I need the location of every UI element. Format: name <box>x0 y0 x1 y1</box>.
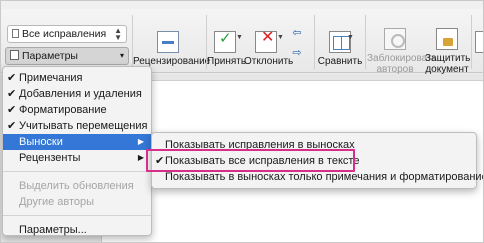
accept-label: Принять <box>207 56 247 67</box>
menu-item-insertions-deletions[interactable]: ✔ Добавления и удаления <box>3 86 151 102</box>
review-ribbon: Все исправления ▲▼ Параметры исправлений… <box>1 1 483 78</box>
menu-item-label: Учитывать перемещения <box>19 120 148 132</box>
submenu-arrow-icon: ▶ <box>137 137 144 146</box>
menu-item-other-authors: Другие авторы <box>3 194 151 210</box>
next-change-icon[interactable]: ⇨ <box>290 46 304 60</box>
menu-item-reviewers[interactable]: Рецензенты ▶ <box>3 150 151 166</box>
menu-item-track-moves[interactable]: ✔ Учитывать перемещения <box>3 118 151 134</box>
protect-document-button[interactable]: Защитить документ <box>425 28 471 75</box>
compare-button[interactable]: Сравнить <box>317 31 363 67</box>
more-icon <box>475 31 483 53</box>
ribbon-divider <box>314 15 315 69</box>
menu-item-label: Другие авторы <box>19 196 95 208</box>
markup-options-icon <box>10 50 19 60</box>
block-authors-icon <box>384 28 406 50</box>
menu-item-label: Выноски <box>19 136 63 148</box>
lock-icon <box>436 28 458 50</box>
accept-dropdown-icon[interactable]: ▼ <box>236 34 243 41</box>
protect-label-1: Защитить <box>425 53 471 64</box>
checkmark-icon: ✔ <box>7 104 17 116</box>
previous-change-icon[interactable]: ⇦ <box>290 26 304 40</box>
reject-dropdown-icon[interactable]: ▼ <box>277 34 284 41</box>
markup-display-select[interactable]: Все исправления ▲ ▼ <box>7 25 127 43</box>
menu-item-label: Примечания <box>19 72 83 84</box>
submenu-arrow-icon: ▶ <box>137 153 144 162</box>
ribbon-divider <box>365 15 366 69</box>
overflow-button[interactable] <box>474 31 483 56</box>
menu-item-label: Форматирование <box>19 104 107 116</box>
checkmark-icon: ✔ <box>7 72 17 84</box>
compare-dropdown-icon[interactable]: ▼ <box>347 34 354 41</box>
ribbon-top-strip <box>1 1 483 9</box>
markup-options-button[interactable]: Параметры исправлений ▾ <box>5 47 129 78</box>
menu-divider <box>3 171 151 172</box>
menu-item-highlight-updates: Выделить обновления <box>3 178 151 194</box>
menu-item-label: Параметры... <box>19 224 87 236</box>
submenu-item-label: Показывать в выносках только примечания … <box>165 171 484 183</box>
chevron-down-icon: ▾ <box>119 51 124 60</box>
menu-item-formatting[interactable]: ✔ Форматирование <box>3 102 151 118</box>
compare-label: Сравнить <box>317 56 363 67</box>
menu-item-label: Рецензенты <box>19 152 81 164</box>
menu-divider <box>3 215 151 216</box>
reject-icon: ✕ <box>255 30 277 53</box>
menu-item-balloons[interactable]: Выноски ▶ <box>3 134 151 150</box>
menu-item-settings[interactable]: Параметры... <box>3 222 151 238</box>
menu-item-comments[interactable]: ✔ Примечания <box>3 70 151 86</box>
markup-select-value: Все исправления <box>22 28 107 40</box>
reject-label: Отклонить <box>244 56 294 67</box>
markup-options-menu: ✔ Примечания ✔ Добавления и удаления ✔ Ф… <box>2 66 152 236</box>
checkmark-icon: ✔ <box>7 88 17 100</box>
stepper-arrows-icon: ▲ ▼ <box>114 26 122 42</box>
block-authors-button[interactable]: Заблокировать авторов <box>367 28 437 75</box>
document-icon <box>12 29 19 38</box>
review-pane-button[interactable]: Рецензирование <box>133 31 210 67</box>
menu-item-label: Выделить обновления <box>19 180 134 192</box>
accept-icon: ✓ <box>214 31 236 53</box>
callout-highlight-box <box>146 149 355 172</box>
word-window: Все исправления ▲▼ Параметры исправлений… <box>0 0 484 243</box>
menu-item-label: Добавления и удаления <box>19 88 142 100</box>
ribbon-divider <box>471 15 472 69</box>
review-pane-icon <box>157 31 179 53</box>
checkmark-icon: ✔ <box>7 120 17 132</box>
